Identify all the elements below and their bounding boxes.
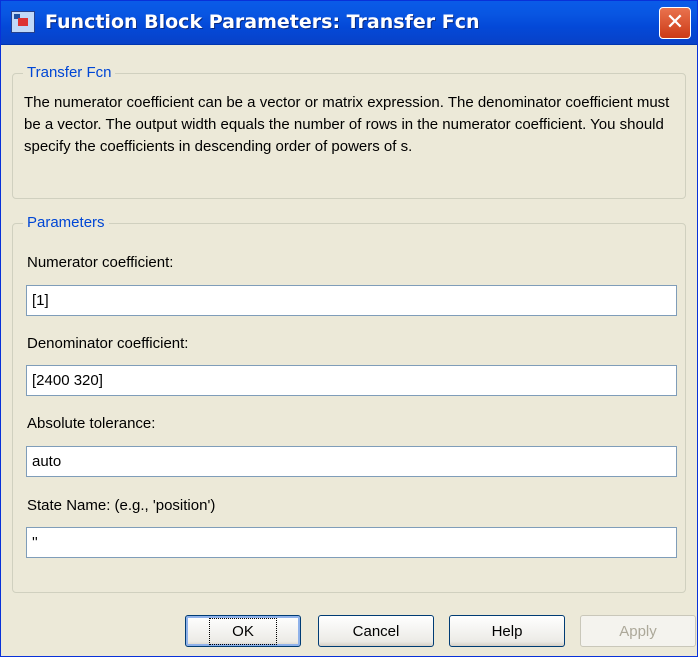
close-icon[interactable]: ✕ [659,7,691,39]
ok-button[interactable]: OK [185,615,301,647]
apply-button: Apply [580,615,696,647]
ok-button-label: OK [209,617,277,645]
numerator-input[interactable] [26,285,677,316]
title-bar[interactable]: Function Block Parameters: Transfer Fcn … [1,1,697,45]
cancel-button[interactable]: Cancel [318,615,434,647]
state-name-label: State Name: (e.g., 'position') [27,497,216,514]
block-description: The numerator coefficient can be a vecto… [24,94,670,155]
window-title: Function Block Parameters: Transfer Fcn [45,11,480,33]
denominator-label: Denominator coefficient: [27,335,189,352]
parameters-group: Parameters Numerator coefficient: Denomi… [12,214,686,593]
description-group: Transfer Fcn The numerator coefficient c… [12,64,686,199]
description-group-legend: Transfer Fcn [23,64,116,81]
numerator-label: Numerator coefficient: [27,254,174,271]
dialog-window: Function Block Parameters: Transfer Fcn … [0,0,698,657]
absolute-tolerance-label: Absolute tolerance: [27,415,156,432]
simulink-block-icon [11,11,35,33]
parameters-group-legend: Parameters [23,214,109,231]
denominator-input[interactable] [26,365,677,396]
help-button[interactable]: Help [449,615,565,647]
state-name-input[interactable] [26,527,677,558]
absolute-tolerance-input[interactable] [26,446,677,477]
